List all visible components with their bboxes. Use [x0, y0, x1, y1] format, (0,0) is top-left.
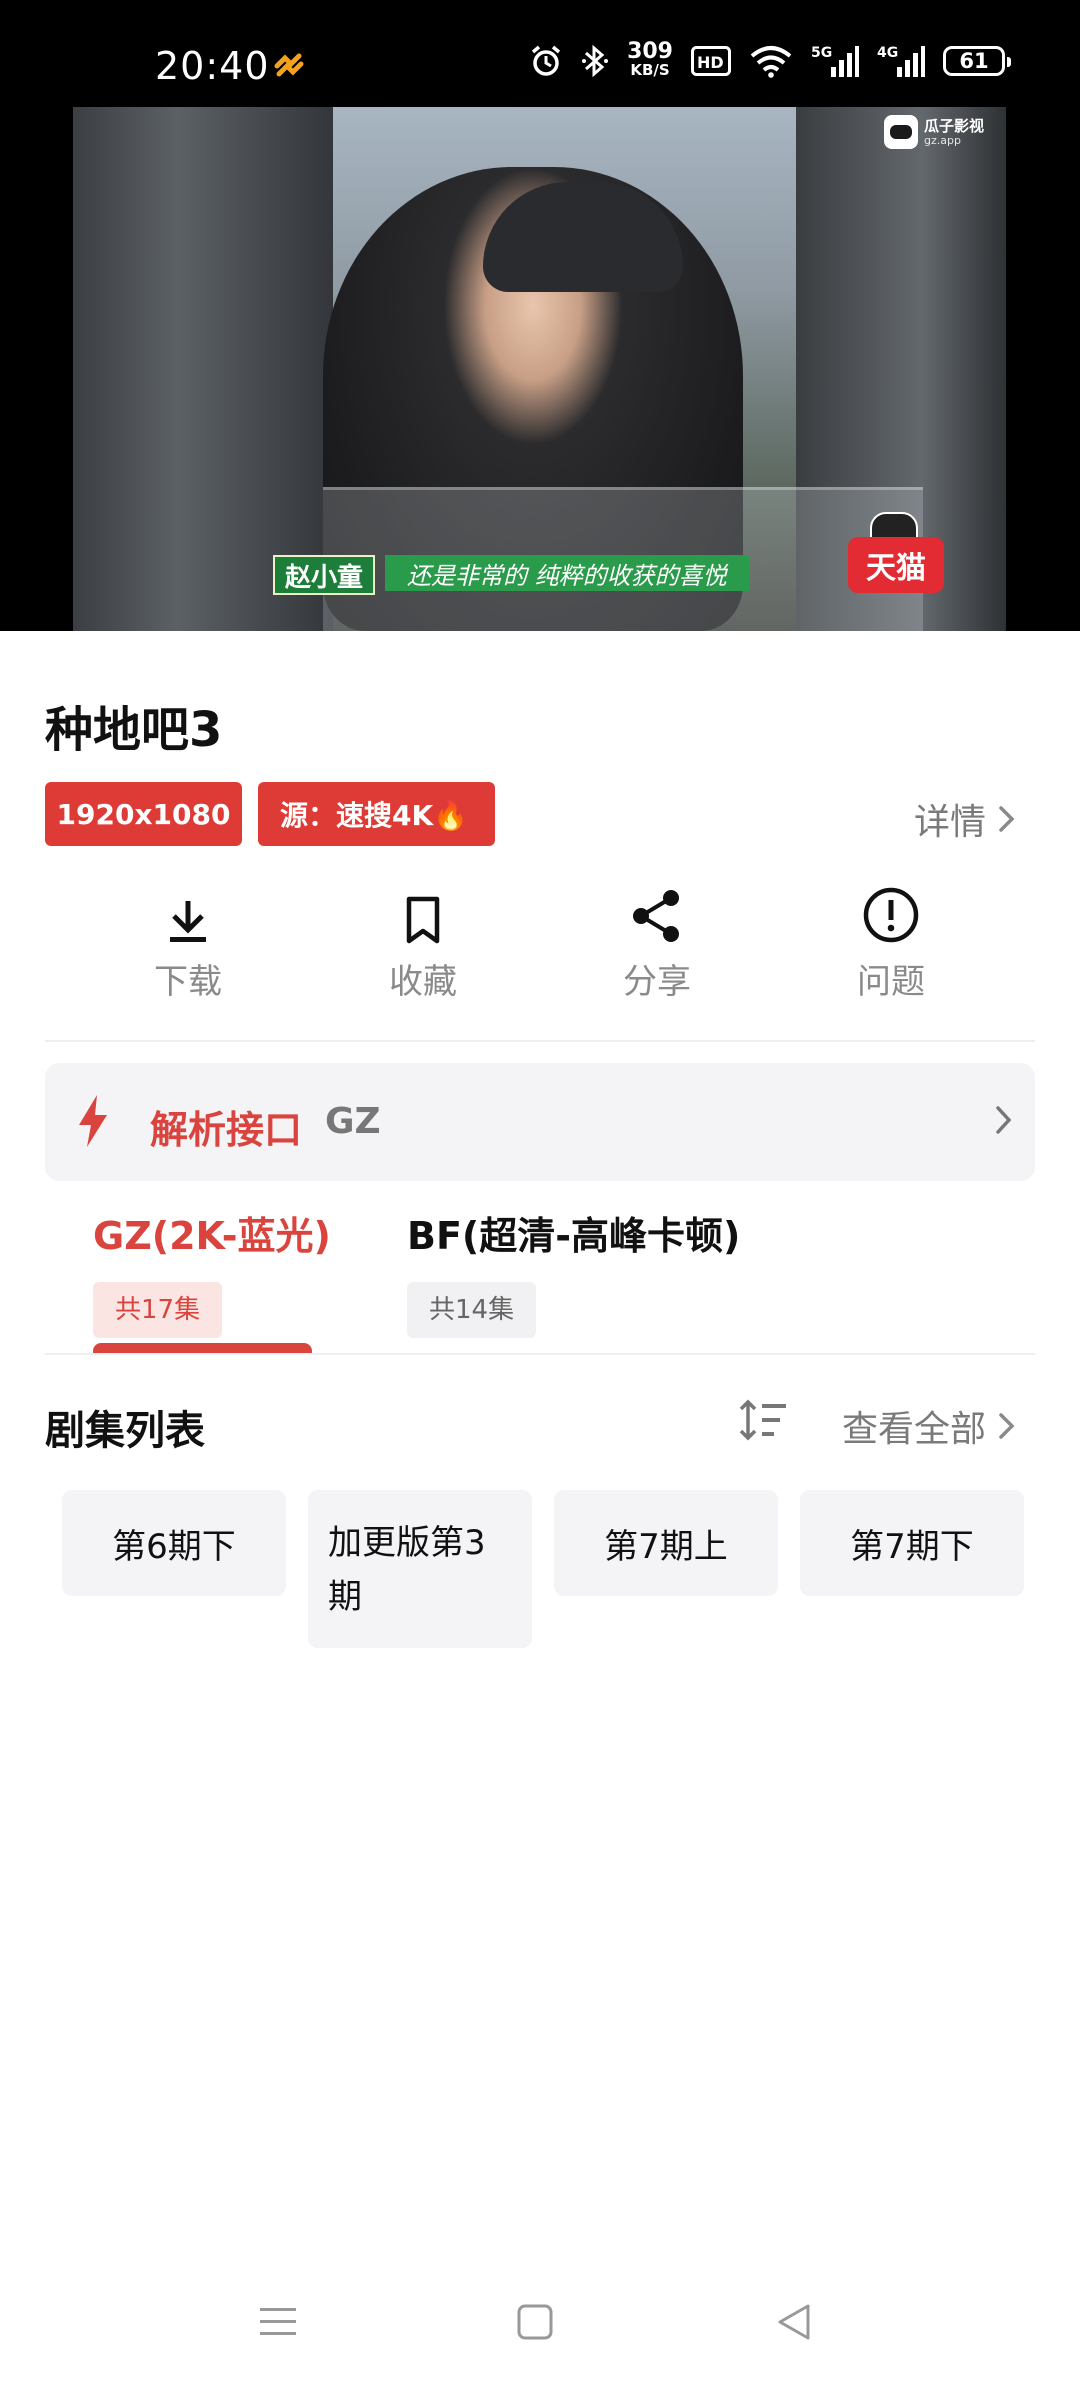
view-all-label: 查看全部: [841, 1409, 986, 1450]
video-frame[interactable]: 赵小童 还是非常的 纯粹的收获的喜悦 天猫 瓜子影视 gz.app: [73, 107, 1006, 631]
back-icon[interactable]: [774, 2302, 814, 2342]
parse-interface-label: 解析接口: [150, 1108, 303, 1152]
home-icon[interactable]: [516, 2302, 554, 2342]
episode-list-heading: 剧集列表: [45, 1408, 205, 1454]
favorite-button[interactable]: 收藏: [353, 888, 493, 1003]
report-label: 问题: [857, 962, 925, 1002]
action-row: 下载 收藏 分享 问题: [0, 887, 1080, 1008]
episode-item[interactable]: 加更版第3期: [308, 1490, 532, 1648]
subtitle-speaker: 赵小童: [273, 555, 376, 595]
divider: [45, 1353, 1035, 1355]
source-name: GZ(2K-蓝光): [93, 1214, 331, 1258]
episode-item[interactable]: 第6期下: [62, 1490, 286, 1596]
chevron-right-icon: [999, 1413, 1015, 1439]
source-tab-bf[interactable]: BF(超清-高峰卡顿) 共14集: [407, 1205, 740, 1338]
status-time: 20:40: [155, 44, 270, 88]
share-label: 分享: [623, 962, 691, 1002]
menu-icon[interactable]: [258, 2302, 298, 2342]
svg-text:4G: 4G: [877, 45, 898, 61]
battery-icon: 61: [943, 46, 1011, 76]
net-speed-unit: KB/S: [630, 61, 670, 79]
hd-icon: HD: [691, 42, 731, 80]
chevron-right-icon: [996, 1106, 1012, 1134]
svg-text:HD: HD: [697, 53, 724, 72]
status-bar: 20:40 309 KB/S HD 5G 4G 61: [0, 0, 1080, 107]
source-name: BF(超清-高峰卡顿): [407, 1214, 741, 1258]
video-scene-left: [73, 107, 333, 631]
parse-interface-selector[interactable]: 解析接口 GZ: [45, 1063, 1035, 1181]
source-tab-indicator: [93, 1343, 312, 1353]
lightning-icon: [79, 1095, 107, 1147]
report-button[interactable]: 问题: [821, 887, 961, 1003]
watermark-logo-icon: [883, 115, 918, 149]
watermark-title: 瓜子影视: [923, 116, 984, 135]
parse-interface-value: GZ: [325, 1101, 381, 1142]
system-nav-bar: [0, 2260, 1080, 2400]
app-notification-icon: [274, 53, 304, 77]
show-title: 种地吧3: [45, 702, 223, 758]
alarm-icon: [529, 42, 563, 80]
download-icon: [166, 888, 210, 944]
details-label: 详情: [913, 802, 986, 843]
source-episode-count: 共17集: [93, 1282, 223, 1338]
bookmark-icon: [403, 888, 443, 944]
episode-item[interactable]: 第7期上: [554, 1490, 778, 1596]
source-tab-gz[interactable]: GZ(2K-蓝光) 共17集: [93, 1205, 331, 1338]
subtitle-text: 还是非常的 纯粹的收获的喜悦: [385, 555, 749, 591]
signal-4g-icon: 4G: [877, 42, 925, 80]
net-speed: 309 KB/S: [627, 39, 673, 80]
sort-icon[interactable]: [738, 1398, 788, 1444]
download-label: 下载: [154, 962, 222, 1002]
source-episode-count: 共14集: [407, 1282, 537, 1338]
view-all-link[interactable]: 查看全部: [842, 1400, 1018, 1452]
watermark-domain: gz.app: [923, 133, 961, 147]
divider: [45, 1040, 1035, 1042]
tmall-badge: 天猫: [848, 537, 944, 593]
watermark: 瓜子影视 gz.app: [883, 115, 984, 149]
signal-5g-icon: 5G: [811, 42, 859, 80]
video-player[interactable]: 赵小童 还是非常的 纯粹的收获的喜悦 天猫 瓜子影视 gz.app: [0, 107, 1080, 631]
details-link[interactable]: 详情: [914, 793, 1018, 845]
alert-icon: [862, 887, 920, 944]
favorite-label: 收藏: [389, 962, 457, 1002]
share-icon: [629, 888, 685, 944]
net-speed-value: 309: [627, 39, 673, 64]
download-button[interactable]: 下载: [118, 888, 258, 1003]
resolution-tag: 1920x1080: [45, 782, 242, 846]
source-tag: 源：速搜4K🔥: [258, 782, 495, 846]
bluetooth-icon: [581, 42, 609, 80]
battery-level: 61: [959, 49, 989, 73]
episode-item[interactable]: 第7期下: [800, 1490, 1024, 1596]
network-5g-label: 5G: [811, 45, 832, 61]
share-button[interactable]: 分享: [587, 888, 727, 1003]
chevron-right-icon: [999, 806, 1015, 832]
wifi-icon: [749, 42, 793, 80]
